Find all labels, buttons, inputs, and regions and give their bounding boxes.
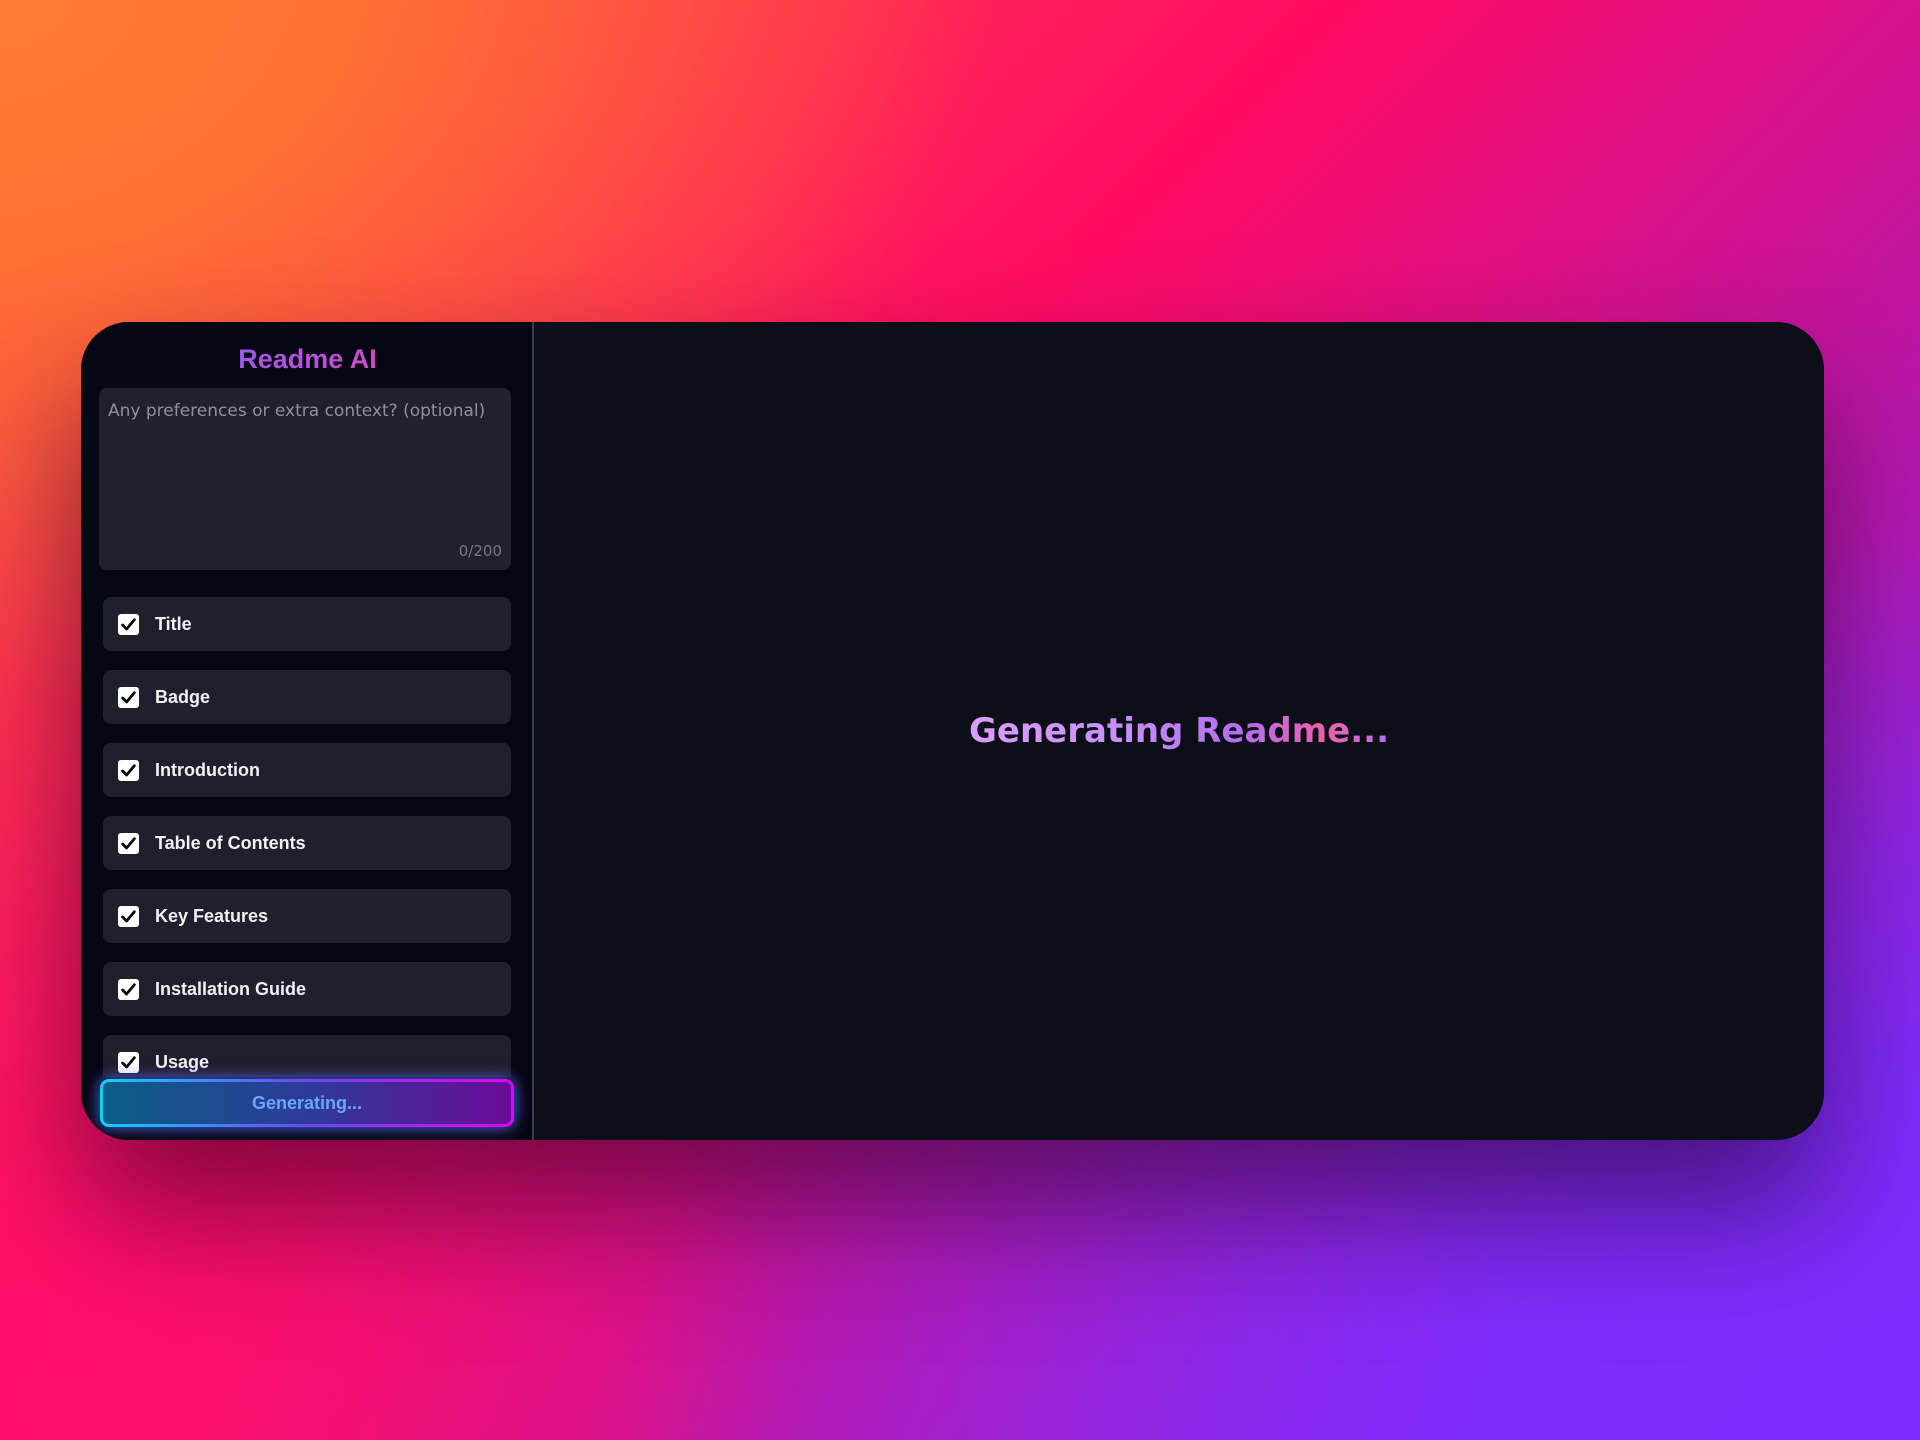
section-checkbox[interactable]: [118, 905, 139, 927]
section-checkbox[interactable]: [118, 686, 139, 708]
check-icon: [121, 617, 136, 630]
sidebar: Readme AI 0/200 Title Badge: [81, 322, 534, 1140]
section-label: Table of Contents: [155, 832, 306, 853]
section-checkbox[interactable]: [118, 978, 139, 1000]
context-box: 0/200: [99, 388, 511, 570]
generating-status: Generating Readme...: [534, 711, 1824, 751]
check-icon: [121, 1055, 136, 1068]
readme-preview-panel: Generating Readme...: [534, 322, 1824, 1140]
section-item-usage[interactable]: Usage: [103, 1035, 511, 1077]
generating-status-text: Generating Readme...: [969, 711, 1389, 751]
section-checkbox[interactable]: [118, 759, 139, 781]
section-item-table-of-contents[interactable]: Table of Contents: [103, 816, 511, 870]
app-window: Readme AI 0/200 Title Badge: [81, 322, 1824, 1140]
section-item-installation-guide[interactable]: Installation Guide: [103, 962, 511, 1016]
context-input[interactable]: [99, 388, 511, 570]
check-icon: [121, 909, 136, 922]
section-checkbox[interactable]: [118, 1051, 139, 1073]
section-list: Title Badge Introduction Table of Conten…: [103, 597, 511, 1077]
section-label: Key Features: [155, 905, 269, 926]
section-label: Installation Guide: [155, 978, 307, 999]
section-label: Introduction: [155, 759, 260, 780]
section-checkbox[interactable]: [118, 613, 139, 635]
check-icon: [121, 690, 136, 703]
check-icon: [121, 836, 136, 849]
char-count: 0/200: [458, 542, 502, 560]
generate-button[interactable]: Generating...: [100, 1079, 514, 1127]
app-title: Readme AI: [81, 344, 534, 375]
section-label: Badge: [155, 686, 211, 707]
generate-button-label: Generating...: [251, 1092, 363, 1113]
section-item-introduction[interactable]: Introduction: [103, 743, 511, 797]
check-icon: [121, 763, 136, 776]
section-item-badge[interactable]: Badge: [103, 670, 511, 724]
section-label: Title: [155, 613, 192, 634]
section-checkbox[interactable]: [118, 832, 139, 854]
section-item-key-features[interactable]: Key Features: [103, 889, 511, 943]
section-item-title[interactable]: Title: [103, 597, 511, 651]
check-icon: [121, 982, 136, 995]
section-label: Usage: [155, 1051, 210, 1072]
